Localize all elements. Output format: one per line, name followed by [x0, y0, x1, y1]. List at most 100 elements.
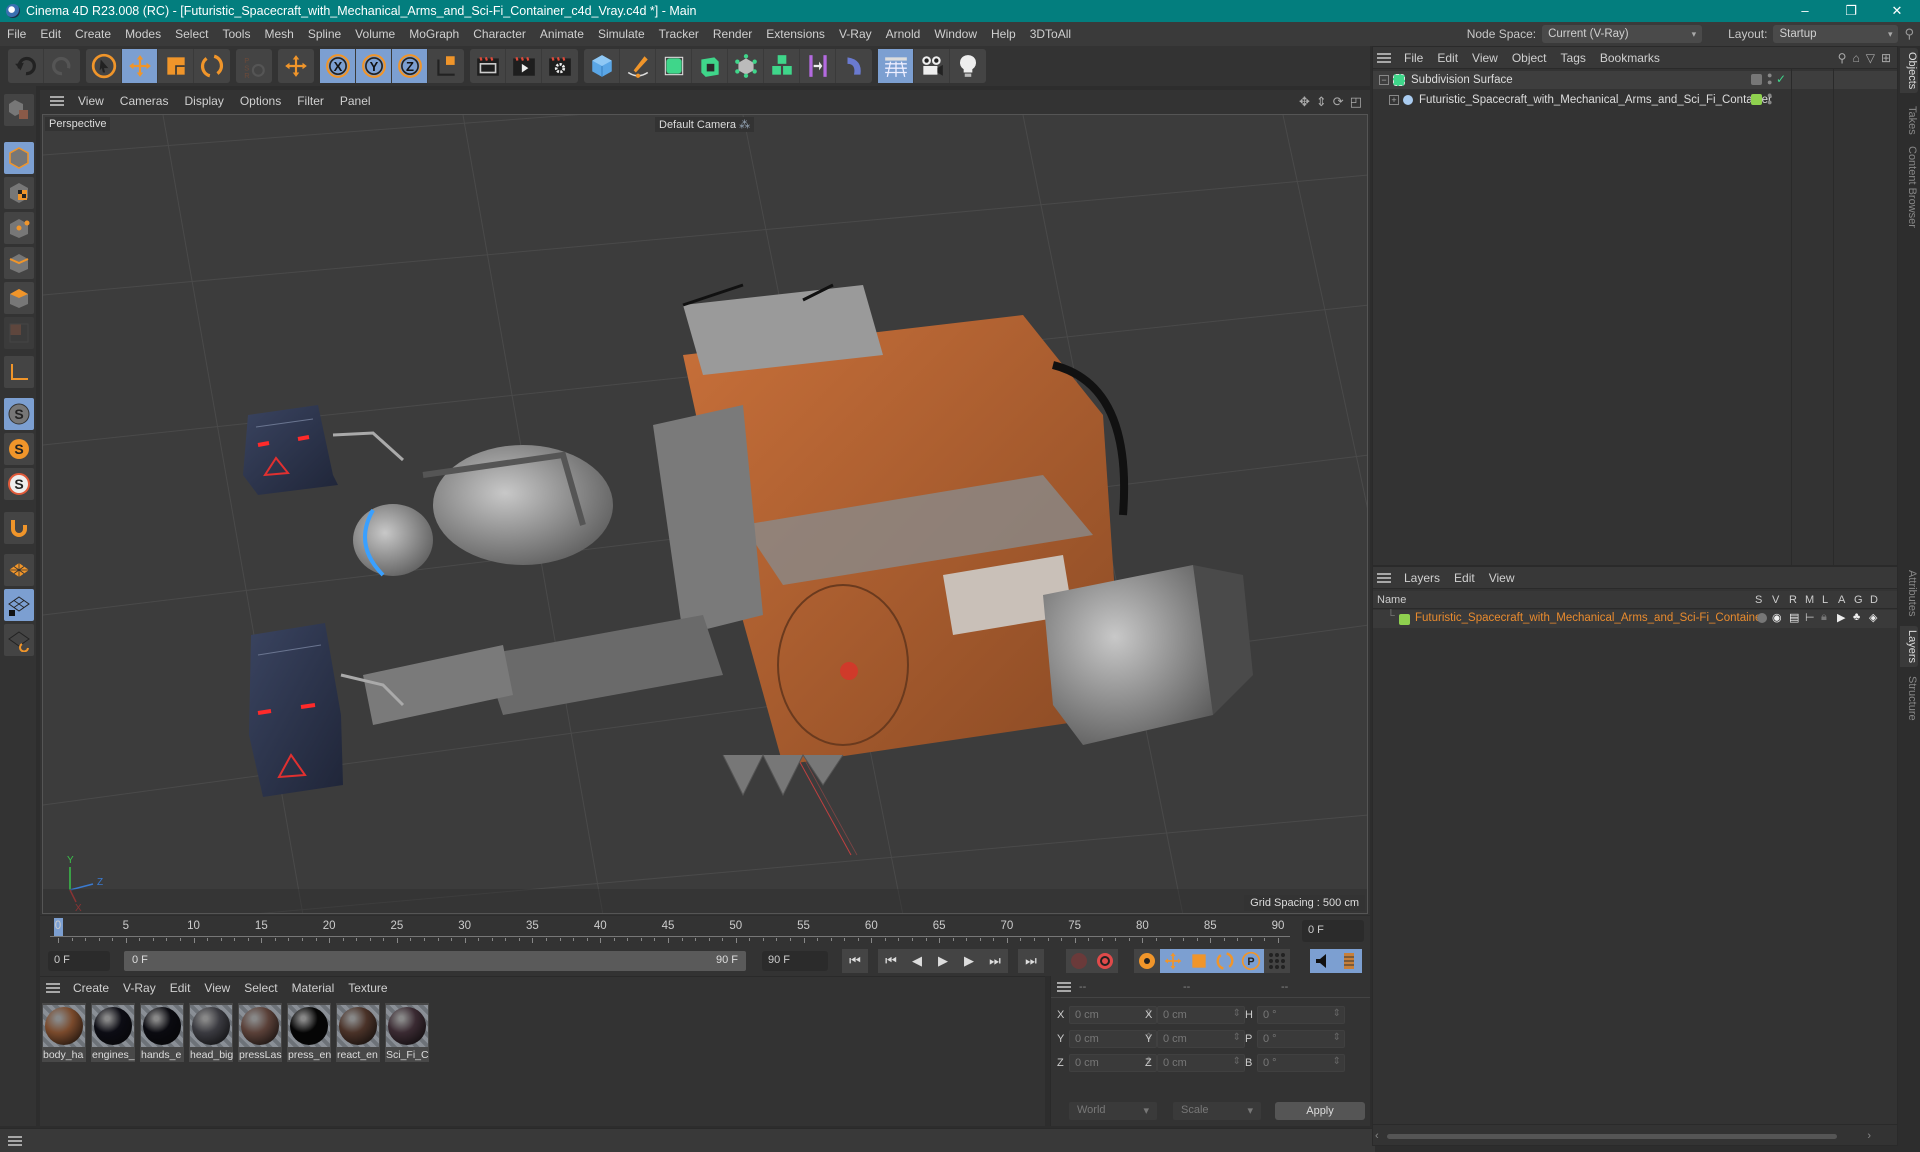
layer-column-header[interactable]: Name — [1377, 594, 1406, 606]
scale-button[interactable] — [158, 49, 194, 83]
menu-tracker[interactable]: Tracker — [652, 27, 706, 41]
workplane-button[interactable] — [4, 554, 34, 586]
coordinate-input[interactable]: 0 cm — [1157, 1030, 1245, 1048]
objects-menu-object[interactable]: Object — [1505, 51, 1554, 65]
hamburger-menu-icon[interactable] — [46, 983, 60, 993]
filter-icon[interactable]: ▽ — [1866, 51, 1875, 65]
key-parameter-button[interactable]: P — [1238, 949, 1264, 973]
key-position-button[interactable] — [1160, 949, 1186, 973]
timeline-filmstrip-button[interactable] — [1336, 949, 1362, 973]
scroll-left-icon[interactable]: ‹ — [1375, 1130, 1379, 1142]
apply-button[interactable]: Apply — [1275, 1102, 1365, 1120]
3d-viewport[interactable]: Y Z X Perspective Default Camera ⁂ Grid … — [42, 114, 1368, 914]
layer-column-header[interactable]: G — [1854, 594, 1863, 606]
manager-hierarchy-icon[interactable]: ⊢ — [1805, 611, 1815, 624]
transform-button[interactable] — [278, 49, 314, 83]
layers-menu-edit[interactable]: Edit — [1447, 571, 1482, 585]
record-keys-button[interactable] — [1066, 949, 1092, 973]
scroll-right-icon[interactable]: › — [1867, 1130, 1871, 1142]
light-button[interactable] — [950, 49, 986, 83]
objects-menu-tags[interactable]: Tags — [1554, 51, 1593, 65]
restore-button[interactable]: ❐ — [1828, 0, 1874, 22]
menu-3dtoall[interactable]: 3DToAll — [1023, 27, 1078, 41]
orbit-icon[interactable]: ⟳ — [1333, 94, 1344, 110]
coordinate-input[interactable]: 0 ° — [1257, 1054, 1345, 1072]
next-frame-button[interactable]: ▶ — [956, 949, 982, 973]
layout-dropdown[interactable]: Startup ▾ — [1773, 25, 1899, 43]
subdivision-surface-button[interactable] — [656, 49, 692, 83]
menu-mograph[interactable]: MoGraph — [402, 27, 466, 41]
search-icon[interactable]: ⚲ — [1838, 51, 1847, 65]
dolly-icon[interactable]: ⇕ — [1316, 94, 1327, 110]
viewport-menu-display[interactable]: Display — [176, 94, 231, 108]
expand-toggle[interactable]: + — [1389, 95, 1399, 105]
animation-play-icon[interactable]: ▶ — [1837, 611, 1845, 624]
hamburger-menu-icon[interactable] — [1377, 572, 1391, 583]
end-frame-field[interactable]: 90 F — [762, 951, 828, 971]
material-swatch[interactable]: head_big — [189, 1003, 233, 1062]
menu-modes[interactable]: Modes — [118, 27, 168, 41]
object-row-subdivision-surface[interactable]: − Subdivision Surface ● ● ✓ — [1373, 71, 1897, 89]
camera-button[interactable] — [914, 49, 950, 83]
timeline-scale[interactable]: 0 5 10 15 20 25 30 35 40 45 50 55 60 65 70 75 80 85 90 — [50, 916, 1290, 946]
solo-toggle-icon[interactable] — [1757, 613, 1767, 623]
new-window-icon[interactable]: ⊞ — [1881, 51, 1891, 65]
axis-mode-button[interactable] — [4, 356, 34, 388]
layer-column-header[interactable]: R — [1789, 594, 1797, 606]
layer-column-header[interactable]: S — [1755, 594, 1762, 606]
hamburger-menu-icon[interactable] — [8, 1136, 22, 1146]
render-clapper-icon[interactable]: ▤ — [1789, 611, 1799, 624]
menu-window[interactable]: Window — [927, 27, 984, 41]
layer-column-header[interactable]: M — [1805, 594, 1814, 606]
visibility-eye-icon[interactable]: ◉ — [1772, 611, 1782, 624]
x-axis-lock-button[interactable]: X — [320, 49, 356, 83]
solo-selection-button[interactable]: S — [4, 433, 34, 465]
menu-file[interactable]: File — [0, 27, 33, 41]
symmetry-button[interactable] — [800, 49, 836, 83]
coordinate-input[interactable]: 0 cm — [1069, 1054, 1157, 1072]
node-space-dropdown[interactable]: Current (V-Ray) ▾ — [1542, 25, 1703, 43]
material-swatch[interactable]: react_en — [336, 1003, 380, 1062]
texture-mode-button[interactable] — [4, 177, 34, 209]
visibility-dots-icon[interactable]: ● ● — [1767, 71, 1772, 87]
objects-menu-bookmarks[interactable]: Bookmarks — [1593, 51, 1667, 65]
coordinate-input[interactable]: 0 cm — [1069, 1006, 1157, 1024]
object-row-spacecraft[interactable]: + Futuristic_Spacecraft_with_Mechanical_… — [1373, 91, 1897, 109]
edges-mode-button[interactable] — [4, 247, 34, 279]
menu-create[interactable]: Create — [68, 27, 118, 41]
material-swatch[interactable]: hands_e — [140, 1003, 184, 1062]
menu-extensions[interactable]: Extensions — [759, 27, 832, 41]
go-to-start-button[interactable]: ⏮ — [842, 949, 868, 973]
sound-button[interactable] — [1310, 949, 1336, 973]
layer-column-header[interactable]: A — [1838, 594, 1845, 606]
material-menu-select[interactable]: Select — [237, 981, 284, 995]
play-button[interactable]: ▶ — [930, 949, 956, 973]
tab-attributes[interactable]: Attributes — [1900, 566, 1918, 620]
viewport-menu-options[interactable]: Options — [232, 94, 289, 108]
coordinate-space-dropdown[interactable]: World ▾ — [1069, 1102, 1157, 1120]
layer-column-header[interactable]: V — [1772, 594, 1779, 606]
viewport-menu-filter[interactable]: Filter — [289, 94, 332, 108]
solo-hierarchy-button[interactable]: S — [4, 468, 34, 500]
deformers-icon[interactable]: ◈ — [1869, 611, 1877, 624]
material-menu-view[interactable]: View — [197, 981, 237, 995]
objects-menu-view[interactable]: View — [1465, 51, 1505, 65]
coordinate-input[interactable]: 0 ° — [1257, 1030, 1345, 1048]
objects-menu-edit[interactable]: Edit — [1430, 51, 1465, 65]
size-mode-dropdown[interactable]: Scale ▾ — [1173, 1102, 1261, 1120]
material-swatch[interactable]: body_ha — [42, 1003, 86, 1062]
extrude-button[interactable] — [692, 49, 728, 83]
visibility-dots-icon[interactable]: ● ● — [1767, 91, 1772, 107]
start-frame-field[interactable]: 0 F — [48, 951, 110, 971]
move-button[interactable] — [122, 49, 158, 83]
deformer-button[interactable] — [836, 49, 872, 83]
tab-objects[interactable]: Objects — [1900, 48, 1918, 94]
tab-takes[interactable]: Takes — [1900, 102, 1918, 139]
layers-menu-layers[interactable]: Layers — [1397, 571, 1447, 585]
key-scale-button[interactable] — [1186, 949, 1212, 973]
coordinate-system-button[interactable] — [428, 49, 464, 83]
material-menu-texture[interactable]: Texture — [341, 981, 394, 995]
y-axis-lock-button[interactable]: Y — [356, 49, 392, 83]
menu-vray[interactable]: V-Ray — [832, 27, 879, 41]
close-button[interactable]: ✕ — [1874, 0, 1920, 22]
